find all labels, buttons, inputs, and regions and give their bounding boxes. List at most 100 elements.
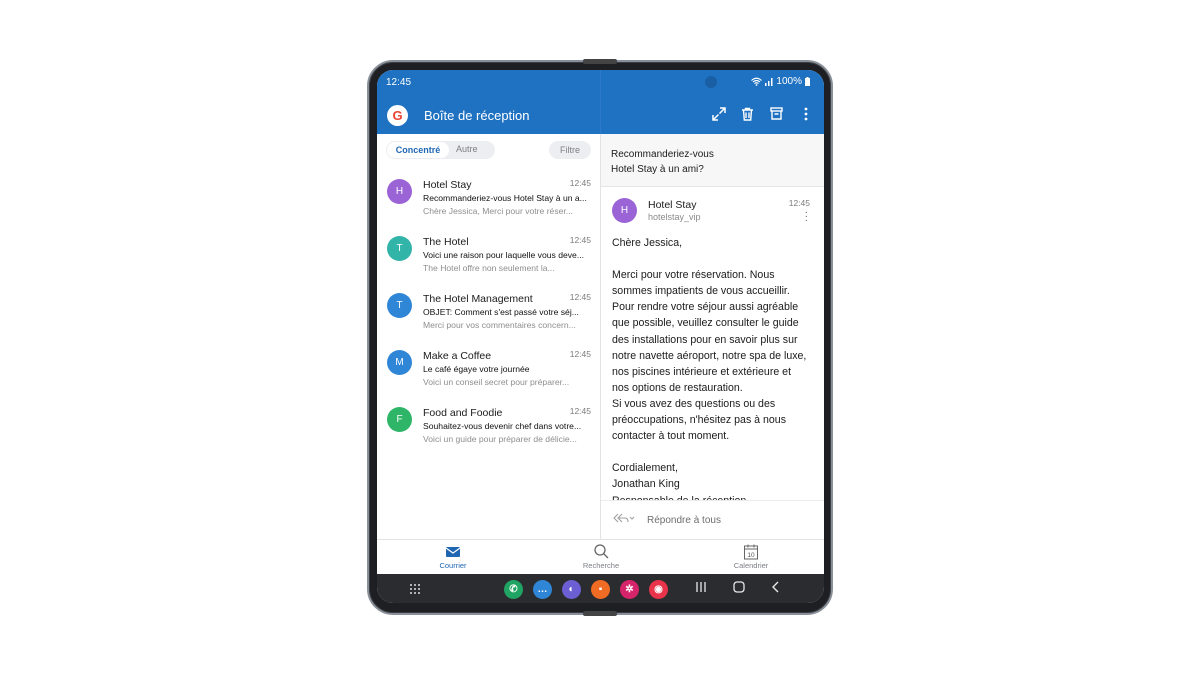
bottom-nav: Courrier Recherche 10 Calendrier (377, 539, 824, 574)
email-body-line: Jonathan King (612, 478, 680, 491)
email-body-line: préoccupations, n'hésitez pas à nous (612, 414, 786, 427)
battery-text: 100% (776, 76, 802, 87)
sender-avatar: F (387, 407, 412, 432)
mail-subject: Le café égaye votre journée (423, 364, 530, 374)
email-body-line: nos options de restauration. (612, 381, 743, 394)
home-icon[interactable] (733, 581, 745, 593)
app-drawer-icon[interactable] (409, 583, 421, 595)
email-body: Chère Jessica, Merci pour votre réservat… (612, 235, 817, 509)
email-body-line (612, 444, 817, 460)
mail-sender: Food and Foodie (423, 407, 503, 419)
nav-calendar-label: Calendrier (733, 561, 769, 570)
mail-sender: The Hotel Management (423, 293, 533, 305)
archive-icon[interactable] (768, 105, 785, 122)
inbox-pane: Concentré Autre Filtre H Hotel Stay 12:4… (377, 134, 600, 592)
bixby-app-icon[interactable]: ✲ (620, 580, 639, 599)
email-body-line: notre navette aéroport, notre spa de lux… (612, 349, 807, 362)
mail-sender: The Hotel (423, 236, 469, 248)
mail-sender: Hotel Stay (423, 179, 472, 191)
battery-icon (805, 77, 810, 86)
mail-preview: Voici un conseil secret pour préparer... (423, 377, 570, 387)
app-dock: ✆ … ◐ ▪ ✲ ◉ (504, 580, 668, 599)
email-body-line: des installations pour en savoir plus su… (612, 333, 798, 346)
notes-app-icon[interactable]: ▪ (591, 580, 610, 599)
reply-bar: Répondre à tous (601, 500, 824, 540)
email-body-line: Pour rendre votre séjour aussi agréable (612, 301, 799, 314)
tab-other[interactable]: Autre (456, 144, 478, 154)
email-body-line: contacter à tout moment. (612, 430, 730, 443)
messages-app-icon[interactable]: … (533, 580, 552, 599)
tab-focused[interactable]: Concentré (387, 142, 449, 158)
mail-preview: Voici un guide pour préparer de délicie.… (423, 434, 577, 444)
email-body-line: nos piscines intérieure et extérieure et (612, 365, 792, 378)
status-icons: 100% (751, 76, 810, 87)
message-more-icon[interactable]: · · · (805, 208, 808, 226)
sender-avatar: T (387, 236, 412, 261)
mail-time: 12:45 (569, 349, 591, 359)
email-body-line: Si vous avez des questions ou des (612, 397, 776, 410)
mail-list-item[interactable]: T The Hotel 12:45 Voici une raison pour … (377, 225, 600, 281)
recents-icon[interactable] (695, 581, 707, 593)
signal-icon (765, 77, 773, 86)
mail-subject: OBJET: Comment s'est passé votre séj... (423, 307, 579, 317)
browser-app-icon[interactable]: ◐ (562, 580, 581, 599)
reading-pane: Recommanderiez-vous Hotel Stay à un ami?… (601, 134, 824, 540)
hinge-bottom (583, 611, 617, 616)
mail-sender: Make a Coffee (423, 350, 492, 362)
email-body-line: Chère Jessica, (612, 237, 683, 249)
sender-avatar: M (387, 350, 412, 375)
front-camera (705, 76, 717, 88)
mail-list-item[interactable]: M Make a Coffee 12:45 Le café égaye votr… (377, 339, 600, 395)
sender-avatar[interactable]: H (612, 198, 637, 223)
email-body-line: que possible, veuillez consulter le guid… (612, 317, 799, 330)
subject-line-1: Recommanderiez-vous (611, 149, 714, 160)
mail-list-item[interactable]: H Hotel Stay 12:45 Recommanderiez-vous H… (377, 168, 600, 224)
calendar-day: 10 (747, 552, 755, 559)
mail-preview: Chère Jessica, Merci pour votre réser... (423, 206, 573, 216)
nav-buttons (695, 581, 781, 593)
reply-all-button[interactable]: Répondre à tous (647, 515, 721, 526)
mail-time: 12:45 (569, 178, 591, 188)
search-icon (594, 544, 609, 559)
mail-time: 12:45 (569, 235, 591, 245)
sender-avatar: T (387, 293, 412, 318)
hinge-top (583, 59, 617, 64)
nav-search[interactable]: Recherche (561, 543, 641, 570)
more-vert-icon[interactable] (797, 105, 814, 122)
sender-name: Hotel Stay (648, 199, 697, 211)
mail-subject: Souhaitez-vous devenir chef dans votre..… (423, 421, 582, 431)
fold-line (600, 70, 601, 134)
mail-icon (445, 547, 461, 557)
phone-app-icon[interactable]: ✆ (504, 580, 523, 599)
subject-line-2: Hotel Stay à un ami? (611, 164, 704, 175)
nav-mail[interactable]: Courrier (413, 543, 493, 570)
app-actions (710, 105, 814, 122)
email-body-line (612, 251, 817, 267)
mail-list-item[interactable]: T The Hotel Management 12:45 OBJET: Comm… (377, 282, 600, 338)
email-body-line: Cordialement, (612, 462, 678, 475)
inbox-tabs: Concentré Autre (386, 141, 495, 159)
back-icon[interactable] (771, 581, 781, 593)
nav-calendar[interactable]: 10 Calendrier (711, 543, 791, 570)
screen: 12:45 100% G Boîte de réception Concentr… (377, 70, 824, 603)
email-subject: Recommanderiez-vous Hotel Stay à un ami? (601, 134, 824, 187)
mail-subject: Recommanderiez-vous Hotel Stay à un a... (423, 193, 587, 203)
mail-subject: Voici une raison pour laquelle vous deve… (423, 250, 584, 260)
email-body-line: Merci pour votre réservation. Nous (612, 269, 775, 282)
status-time: 12:45 (386, 77, 412, 88)
camera-app-icon[interactable]: ◉ (649, 580, 668, 599)
mail-list-item[interactable]: F Food and Foodie 12:45 Souhaitez-vous d… (377, 396, 600, 452)
reply-all-icon[interactable] (613, 513, 635, 526)
nav-search-label: Recherche (582, 561, 620, 570)
mail-preview: The Hotel offre non seulement la... (423, 263, 555, 273)
calendar-icon: 10 (744, 544, 758, 560)
google-account-icon[interactable]: G (387, 105, 408, 126)
mail-preview: Merci pour vos commentaires concern... (423, 320, 576, 330)
wifi-icon (751, 77, 763, 86)
trash-icon[interactable] (739, 105, 756, 122)
mail-time: 12:45 (569, 292, 591, 302)
filter-button[interactable]: Filtre (549, 141, 591, 159)
email-body-line: sommes impatients de vous accueillir. (612, 285, 790, 298)
system-nav-bar: ✆ … ◐ ▪ ✲ ◉ (377, 574, 824, 603)
expand-icon[interactable] (710, 105, 727, 122)
